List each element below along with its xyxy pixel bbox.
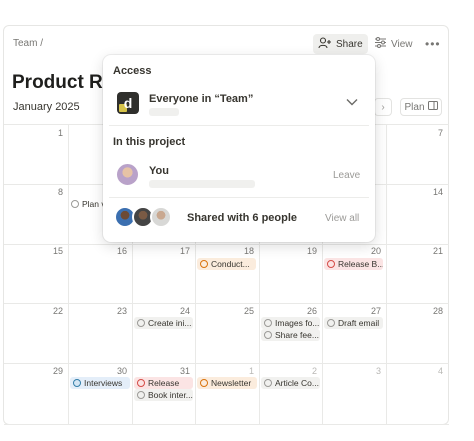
breadcrumb[interactable]: Team / (13, 38, 43, 49)
day-number[interactable]: 2 (297, 366, 317, 376)
divider (109, 197, 369, 198)
event-label: Newsletter (211, 378, 252, 388)
status-icon (71, 200, 79, 208)
event-chip[interactable]: Plan v (68, 198, 106, 210)
grid-line (4, 244, 449, 245)
share-label: Share (336, 38, 363, 50)
event-label: Conduct... (211, 259, 250, 269)
day-number[interactable]: 24 (170, 306, 190, 316)
workspace-icon-letter: d (123, 95, 133, 111)
person-plus-icon (318, 36, 332, 52)
day-number[interactable]: 15 (43, 246, 63, 256)
status-icon (137, 379, 145, 387)
event-label: Draft email (338, 318, 380, 328)
month-label: January 2025 (13, 101, 80, 113)
plan-label: Plan (404, 101, 425, 113)
day-number[interactable]: 22 (43, 306, 63, 316)
grid-line (68, 124, 69, 425)
day-number[interactable]: 20 (361, 246, 381, 256)
sidebar-icon (427, 101, 438, 113)
status-icon (73, 379, 81, 387)
day-number[interactable]: 4 (423, 366, 443, 376)
sliders-icon (374, 37, 387, 51)
status-icon (200, 260, 208, 268)
event-chip[interactable]: Article Co... (261, 377, 320, 389)
day-number[interactable]: 1 (234, 366, 254, 376)
divider (109, 125, 369, 126)
day-number[interactable]: 7 (423, 128, 443, 138)
day-number[interactable]: 3 (361, 366, 381, 376)
event-chip[interactable]: Release B... (324, 258, 383, 270)
event-chip[interactable]: Share fee... (261, 329, 320, 341)
day-number[interactable]: 21 (423, 246, 443, 256)
leave-button[interactable]: Leave (333, 170, 360, 181)
day-number[interactable]: 8 (43, 187, 63, 197)
event-label: Book inter... (148, 390, 193, 400)
day-number[interactable]: 18 (234, 246, 254, 256)
day-number[interactable]: 31 (170, 366, 190, 376)
grid-line (4, 424, 449, 425)
event-label: Create ini... (148, 318, 192, 328)
placeholder-bar (149, 108, 179, 116)
grid-line (4, 363, 449, 364)
day-number[interactable]: 29 (43, 366, 63, 376)
event-label: Interviews (84, 378, 123, 388)
chevron-down-icon[interactable] (346, 95, 358, 109)
workspace-icon: d (117, 92, 139, 114)
status-icon (264, 319, 272, 327)
event-label: Release B... (338, 259, 383, 269)
day-number[interactable]: 1 (43, 128, 63, 138)
view-label: View (391, 38, 413, 50)
you-label: You (149, 165, 169, 177)
view-button[interactable]: View (369, 34, 418, 54)
more-icon[interactable]: ••• (420, 34, 446, 54)
day-number[interactable]: 14 (423, 187, 443, 197)
page-title: Product Ro (12, 72, 115, 93)
avatar (115, 162, 140, 187)
status-icon (264, 331, 272, 339)
grid-line (4, 303, 449, 304)
day-number[interactable]: 16 (107, 246, 127, 256)
view-all-button[interactable]: View all (325, 213, 359, 224)
plan-button[interactable]: Plan (400, 98, 442, 116)
day-number[interactable]: 19 (297, 246, 317, 256)
placeholder-bar (149, 180, 255, 188)
event-label: Images fo... (275, 318, 320, 328)
event-chip[interactable]: Draft email (324, 317, 383, 329)
event-chip[interactable]: Interviews (70, 377, 130, 389)
day-number[interactable]: 23 (107, 306, 127, 316)
status-icon (200, 379, 208, 387)
share-popover: Access d Everyone in “Team” In this proj… (103, 55, 375, 242)
day-number[interactable]: 30 (107, 366, 127, 376)
day-number[interactable]: 27 (361, 306, 381, 316)
event-chip[interactable]: Newsletter (197, 377, 257, 389)
event-label: Article Co... (275, 378, 319, 388)
shared-with-label[interactable]: Shared with 6 people (187, 212, 297, 224)
event-label: Share fee... (275, 330, 319, 340)
status-icon (327, 260, 335, 268)
project-heading: In this project (113, 136, 186, 148)
grid-line (386, 124, 387, 425)
event-label: Release (148, 378, 180, 388)
day-number[interactable]: 17 (170, 246, 190, 256)
workspace-access-label[interactable]: Everyone in “Team” (149, 93, 253, 105)
status-icon (327, 319, 335, 327)
access-heading: Access (113, 65, 152, 77)
event-chip[interactable]: Images fo... (261, 317, 320, 329)
event-chip[interactable]: Conduct... (197, 258, 256, 270)
next-month-button[interactable]: › (374, 98, 392, 116)
day-number[interactable]: 25 (234, 306, 254, 316)
status-icon (137, 319, 145, 327)
day-number[interactable]: 26 (297, 306, 317, 316)
day-number[interactable]: 28 (423, 306, 443, 316)
share-button[interactable]: Share (313, 34, 368, 54)
event-chip[interactable]: Release (134, 377, 193, 389)
status-icon (137, 391, 145, 399)
event-chip[interactable]: Book inter... (134, 389, 193, 401)
event-chip[interactable]: Create ini... (134, 317, 193, 329)
status-icon (264, 379, 272, 387)
avatar (150, 206, 172, 228)
